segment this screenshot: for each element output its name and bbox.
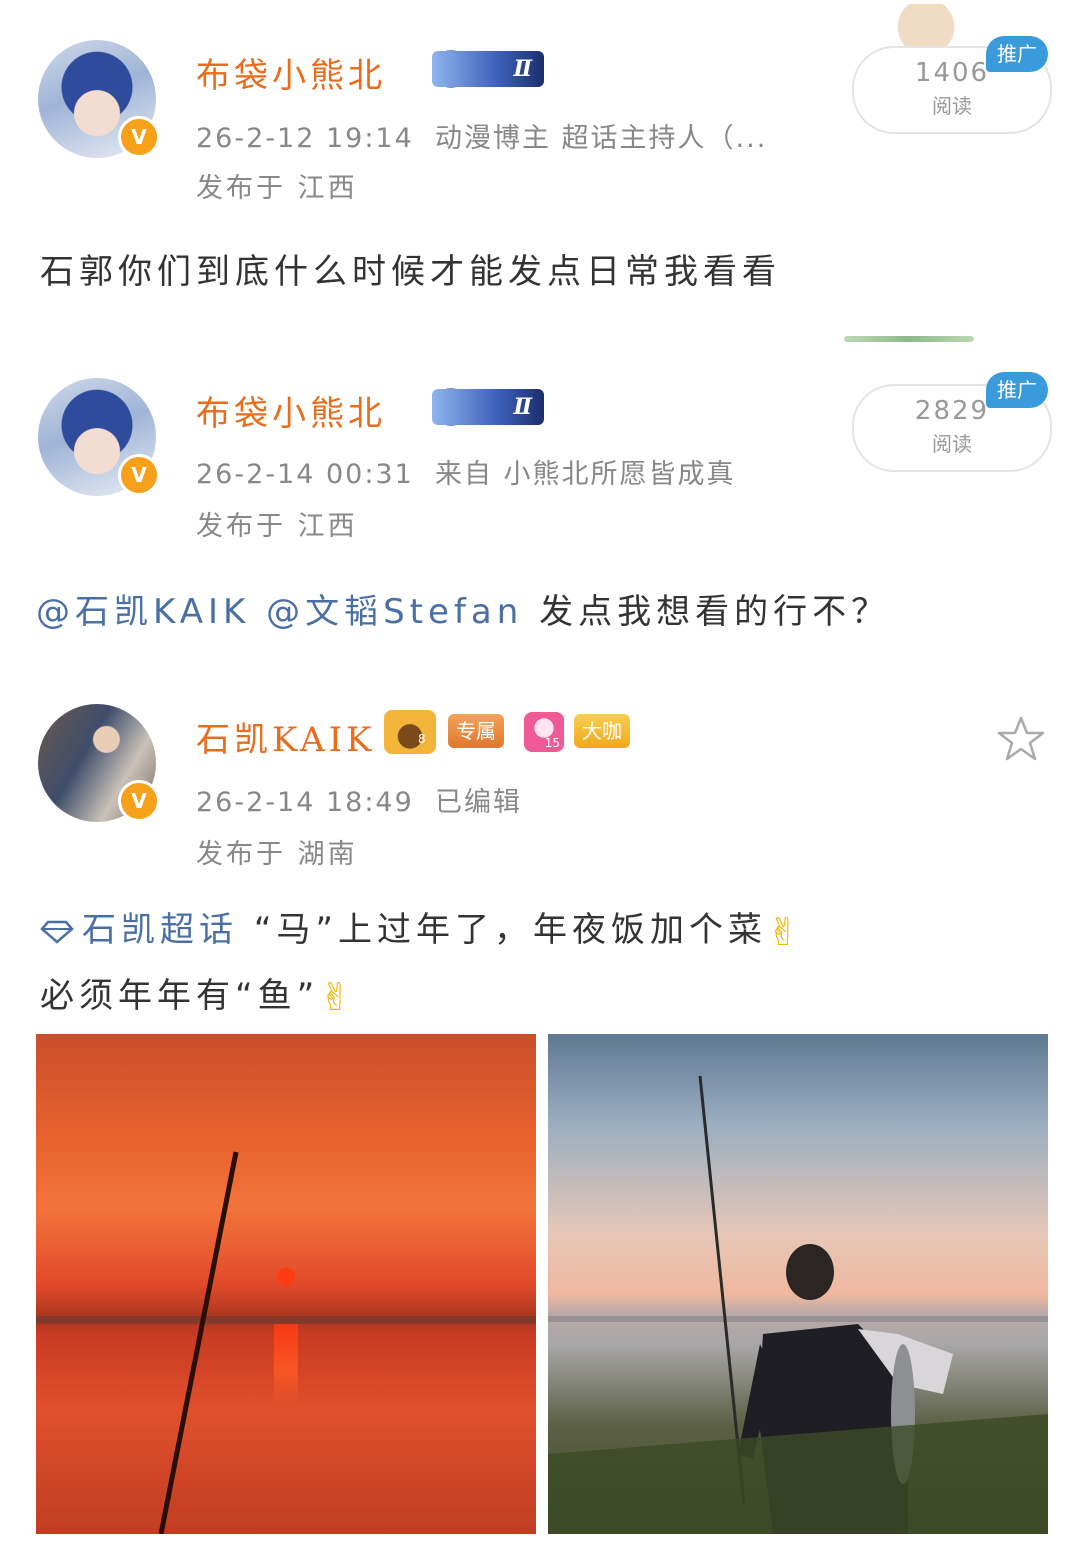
verified-v-icon: V (118, 780, 160, 822)
location: 发布于 江西 (196, 511, 358, 542)
source: 已编辑 (434, 787, 522, 818)
timestamp: 26-2-14 18:49 (196, 787, 414, 818)
username[interactable]: 布袋小熊北 (196, 48, 386, 97)
read-label: 阅读 (932, 94, 972, 118)
source: 动漫博主 超话主持人（... (434, 123, 768, 154)
bigshot-tag: 大咖 (574, 714, 630, 748)
verified-v-icon: V (118, 454, 160, 496)
username[interactable]: 布袋小熊北 (196, 386, 386, 435)
read-label: 阅读 (932, 432, 972, 456)
post-meta: 26-2-14 18:49 已编辑 (196, 780, 522, 819)
post-content: 石郭你们到底什么时候才能发点日常我看看 (40, 252, 781, 292)
person-with-fishing-rod (548, 1075, 1048, 1534)
timestamp: 26-2-14 00:31 (196, 459, 414, 490)
username[interactable]: 石凯KAIK (196, 712, 375, 761)
post-image-sunset[interactable] (36, 1034, 536, 1534)
diamond-topic-icon (40, 920, 74, 944)
gem-icon: 15 (524, 712, 564, 752)
exclusive-tag: 专属 (448, 714, 504, 748)
post-image-fishing[interactable] (548, 1034, 1048, 1534)
post-2: V 布袋小熊北 Ⅱ 26-2-14 00:31 来自 小熊北所愿皆成真 发布于 … (0, 340, 1084, 670)
verified-v-icon: V (118, 116, 160, 158)
fishing-rod-icon (158, 1151, 239, 1534)
level-badge: Ⅱ (432, 389, 544, 425)
topic-link[interactable]: 石凯超话 (40, 910, 254, 950)
mention-link[interactable]: @石凯KAIK (36, 592, 250, 632)
timestamp: 26-2-12 19:14 (196, 123, 414, 154)
post-content: 石凯超话 “马”上过年了，年夜饭加个菜✌ 必须年年有“鱼”✌ (40, 898, 1050, 1029)
post-text: 发点我想看的行不？ (523, 592, 891, 632)
post-meta: 26-2-14 00:31 来自 小熊北所愿皆成真 (196, 452, 736, 491)
post-1: V 布袋小熊北 Ⅱ 26-2-12 19:14 动漫博主 超话主持人（... 发… (0, 0, 1084, 340)
mention-link[interactable]: @文韬Stefan (266, 592, 523, 632)
promo-badge[interactable]: 推广 (986, 372, 1048, 408)
victory-hand-emoji: ✌ (767, 909, 804, 954)
victory-hand-emoji: ✌ (319, 975, 357, 1019)
location: 发布于 湖南 (196, 839, 358, 870)
location: 发布于 江西 (196, 173, 358, 204)
crown-level: 8 (418, 732, 426, 746)
topic-label: 石凯超话 (82, 910, 238, 950)
level-badge: Ⅱ (432, 51, 544, 87)
post-content: @石凯KAIK @文韬Stefan 发点我想看的行不？ (36, 584, 890, 633)
post-text-line2: 必须年年有“鱼” (40, 975, 320, 1016)
star-icon[interactable] (996, 714, 1046, 764)
promo-badge[interactable]: 推广 (986, 36, 1048, 72)
source: 来自 小熊北所愿皆成真 (434, 459, 736, 490)
crown-icon (384, 710, 436, 754)
post-text-line1: “马”上过年了，年夜饭加个菜 (253, 910, 768, 950)
post-meta: 26-2-12 19:14 动漫博主 超话主持人（... (196, 116, 767, 155)
